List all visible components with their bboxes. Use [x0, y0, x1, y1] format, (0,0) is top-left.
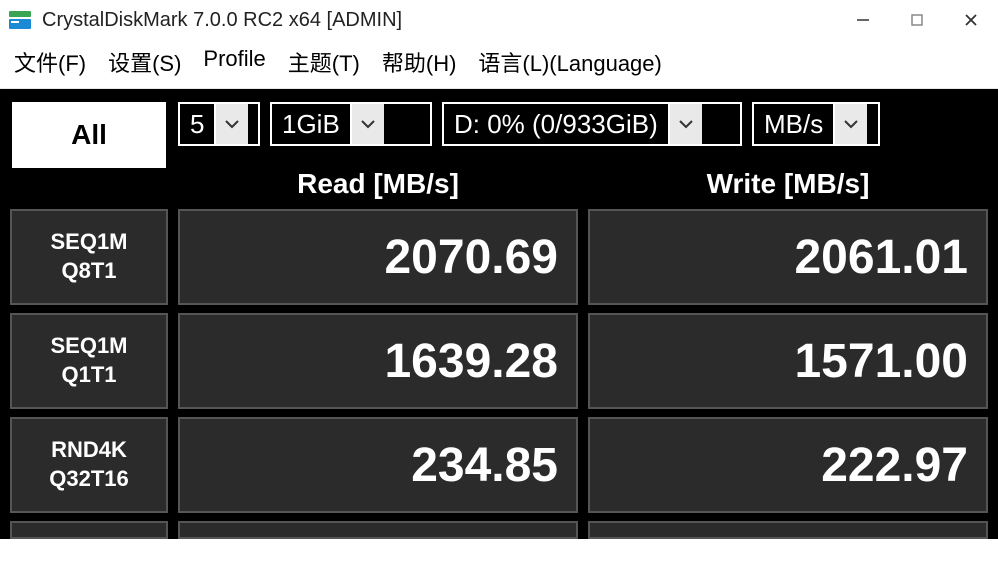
test-row-seq1m-q1t1: SEQ1M Q1T1 1639.28 1571.00: [0, 313, 998, 417]
test-row-seq1m-q8t1: SEQ1M Q8T1 2070.69 2061.01: [0, 209, 998, 313]
close-button[interactable]: [944, 0, 998, 40]
test-count-value: 5: [180, 104, 214, 144]
window-title: CrystalDiskMark 7.0.0 RC2 x64 [ADMIN]: [42, 9, 836, 32]
write-value: 2061.01: [588, 209, 988, 305]
write-value: 222.97: [588, 417, 988, 513]
menubar: 文件(F) 设置(S) Profile 主题(T) 帮助(H) 语言(L)(La…: [0, 40, 998, 89]
test-row-next-cutoff: [0, 521, 998, 539]
maximize-button[interactable]: [890, 0, 944, 40]
unit-select[interactable]: MB/s: [752, 102, 880, 146]
run-seq1m-q8t1-button[interactable]: SEQ1M Q8T1: [10, 209, 168, 305]
read-value: [178, 521, 578, 539]
menu-settings[interactable]: 设置(S): [108, 46, 181, 78]
test-label-line1: RND4K: [51, 436, 127, 465]
menu-help[interactable]: 帮助(H): [382, 46, 457, 78]
run-rnd4k-q32t16-button[interactable]: RND4K Q32T16: [10, 417, 168, 513]
run-seq1m-q1t1-button[interactable]: SEQ1M Q1T1: [10, 313, 168, 409]
read-value: 234.85: [178, 417, 578, 513]
write-value: 1571.00: [588, 313, 988, 409]
chevron-down-icon: [350, 104, 384, 144]
read-value: 2070.69: [178, 209, 578, 305]
menu-language[interactable]: 语言(L)(Language): [478, 46, 661, 78]
run-all-button[interactable]: All: [10, 100, 168, 170]
controls-row: All 5 1GiB D: 0% (0/933GiB): [0, 89, 998, 159]
titlebar: CrystalDiskMark 7.0.0 RC2 x64 [ADMIN]: [0, 0, 998, 40]
menu-theme[interactable]: 主题(T): [288, 46, 360, 78]
app-icon: [8, 8, 32, 32]
test-size-select[interactable]: 1GiB: [270, 102, 432, 146]
test-row-rnd4k-q32t16: RND4K Q32T16 234.85 222.97: [0, 417, 998, 521]
test-label-line2: Q1T1: [61, 361, 116, 390]
test-count-select[interactable]: 5: [178, 102, 260, 146]
chevron-down-icon: [833, 104, 867, 144]
write-value: [588, 521, 988, 539]
test-size-value: 1GiB: [272, 104, 350, 144]
write-header: Write [MB/s]: [588, 168, 988, 200]
chevron-down-icon: [668, 104, 702, 144]
unit-value: MB/s: [754, 104, 833, 144]
test-label-line1: SEQ1M: [50, 228, 127, 257]
run-next-button[interactable]: [10, 521, 168, 539]
run-all-label: All: [71, 119, 107, 151]
menu-profile[interactable]: Profile: [203, 46, 265, 78]
drive-select[interactable]: D: 0% (0/933GiB): [442, 102, 742, 146]
test-label-line2: Q8T1: [61, 257, 116, 286]
window-controls: [836, 0, 998, 40]
menu-file[interactable]: 文件(F): [14, 46, 86, 78]
drive-value: D: 0% (0/933GiB): [444, 104, 668, 144]
read-header: Read [MB/s]: [178, 168, 578, 200]
benchmark-panel: All 5 1GiB D: 0% (0/933GiB): [0, 89, 998, 539]
chevron-down-icon: [214, 104, 248, 144]
minimize-button[interactable]: [836, 0, 890, 40]
read-value: 1639.28: [178, 313, 578, 409]
test-label-line2: Q32T16: [49, 465, 129, 494]
test-label-line1: SEQ1M: [50, 332, 127, 361]
